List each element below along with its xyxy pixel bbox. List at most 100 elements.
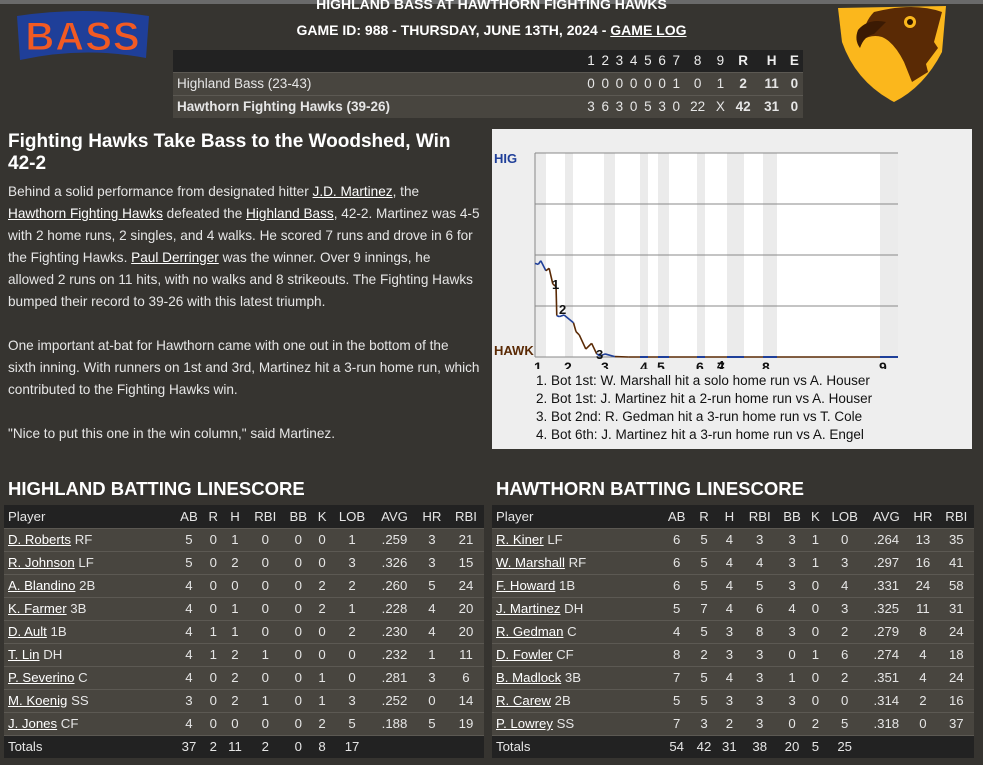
stat-cell: 0 [203,550,223,574]
player-link[interactable]: K. Farmer [8,601,67,616]
stat-cell: 0 [806,688,825,712]
highland-batting-title: HIGHLAND BATTING LINESCORE [8,478,305,499]
game-title: HIGHLAND BASS AT HAWTHORN FIGHTING HAWKS [316,0,667,12]
stat-cell: 2 [907,688,939,712]
batting-row: J. Jones CF 4 0 0 0 0 2 5.188 5 19 [4,711,484,735]
player-link[interactable]: P. Lowrey [496,716,553,731]
stat-cell: 3 [415,665,448,689]
event-marker: 4 [717,358,725,369]
stat-cell: 7 [691,596,717,620]
column-header: AVG [373,505,416,528]
recap-link[interactable]: Highland Bass [246,206,334,221]
stat-cell: .264 [865,527,908,551]
stat-cell: 0 [247,527,284,551]
player-link[interactable]: R. Carew [496,693,551,708]
hawthorn-batting-title: HAWTHORN BATTING LINESCORE [496,478,804,499]
recap-paragraph-1: Behind a solid performance from designat… [8,181,480,313]
player-position: 2B [554,693,571,708]
player-link[interactable]: R. Kiner [496,532,544,547]
stat-cell: 58 [938,573,974,597]
stat-cell: .318 [865,711,908,735]
player-link[interactable]: P. Severino [8,670,74,685]
stat-cell: 3 [742,665,778,689]
batting-row: P. Lowrey SS 7 3 2 3 0 2 5.318 0 37 [492,711,974,735]
column-header: HR [907,505,939,528]
stat-cell: 0 [203,527,223,551]
player-link[interactable]: T. Lin [8,647,40,662]
event-marker: 1 [552,277,559,292]
player-link[interactable]: J. Jones [8,716,57,731]
stat-cell: .228 [373,596,416,620]
player-link[interactable]: D. Fowler [496,647,552,662]
player-link[interactable]: D. Ault [8,624,47,639]
linescore-cell: 0 [669,94,684,118]
batting-header-row: Player AB R H RBI BB K LOB AVG HR RBI [492,505,974,528]
linescore-cell: 6 [598,94,613,118]
stat-cell: 0 [247,665,284,689]
player-cell: B. Madlock 3B [492,665,662,689]
player-position: DH [564,601,584,616]
recap-link[interactable]: Paul Derringer [131,250,219,265]
totals-cell: 42 [691,734,717,758]
totals-label: Totals [4,734,174,758]
stat-cell: 4 [415,619,448,643]
totals-cell: 38 [742,734,778,758]
player-link[interactable]: W. Marshall [496,555,565,570]
column-header: Player [4,505,174,528]
stat-cell: 20 [447,596,484,620]
stat-cell: 2 [222,688,248,712]
stat-cell: 5 [174,550,204,574]
stat-cell: 1 [777,665,807,689]
linescore-cell: 3 [612,94,627,118]
stat-cell: 11 [447,642,484,666]
player-link[interactable]: J. Martinez [496,601,561,616]
stat-cell: 3 [777,573,807,597]
recap-paragraph-2: One important at-bat for Hawthorn came w… [8,338,480,397]
stat-cell: 6 [662,550,692,574]
stat-cell: 4 [716,665,743,689]
player-link[interactable]: D. Roberts [8,532,71,547]
stat-cell: 0 [824,688,866,712]
player-link[interactable]: F. Howard [496,578,555,593]
player-position: C [78,670,88,685]
player-link[interactable]: R. Johnson [8,555,75,570]
linescore-cell: 3 [583,94,599,118]
batting-header-row: Player AB R H RBI BB K LOB AVG HR RBI [4,505,484,528]
player-link[interactable]: A. Blandino [8,578,75,593]
team-name: Highland Bass (23-43) [173,71,584,95]
linescore-header: 4 [626,50,641,72]
player-cell: J. Martinez DH [492,596,662,620]
stat-cell: 2 [313,596,331,620]
stat-cell: 0 [777,642,807,666]
stat-cell: 11 [907,596,939,620]
stat-cell: 3 [716,642,743,666]
batting-row: M. Koenig SS 3 0 2 1 0 1 3.252 0 14 [4,688,484,712]
linescore-cell: 0 [785,71,803,95]
linescore-cell: 0 [654,71,670,95]
player-link[interactable]: B. Madlock [496,670,561,685]
stat-cell: 5 [691,688,717,712]
team-name: Hawthorn Fighting Hawks (39-26) [173,94,584,118]
stat-cell: 3 [174,688,204,712]
player-link[interactable]: M. Koenig [8,693,67,708]
stat-cell: 3 [742,527,778,551]
recap-link[interactable]: J.D. Martinez [313,184,393,199]
inning-label: 6 [696,359,704,369]
stat-cell: 6 [447,665,484,689]
game-log-link[interactable]: GAME LOG [610,22,686,38]
chart-note: 3. Bot 2nd: R. Gedman hit a 3-run home r… [536,409,863,424]
recap-link[interactable]: Hawthorn Fighting Hawks [8,206,163,221]
stat-cell: 3 [330,550,374,574]
column-header: AB [662,505,692,528]
stat-cell: 6 [824,642,866,666]
stat-cell: 0 [222,573,248,597]
player-position: CF [60,716,79,731]
linescore-header: 6 [654,50,670,72]
stat-cell: 0 [806,573,825,597]
player-link[interactable]: R. Gedman [496,624,563,639]
hawthorn-batting-table: Player AB R H RBI BB K LOB AVG HR RBI R. Kiner LF 6 5… [492,505,974,758]
stat-cell: 0 [806,665,825,689]
stat-cell: 41 [938,550,974,574]
player-position: 1B [559,578,576,593]
stat-cell: 4 [174,642,204,666]
